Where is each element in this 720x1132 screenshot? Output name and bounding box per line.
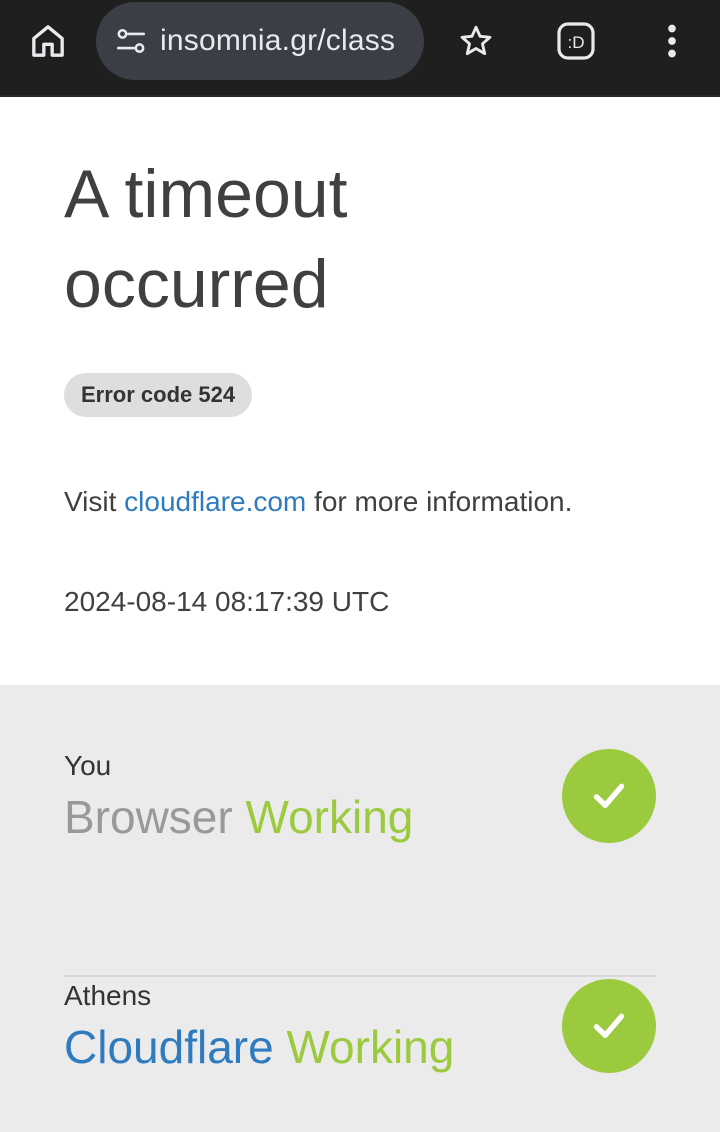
home-button[interactable] bbox=[18, 14, 78, 68]
status-name: Cloudflare Working bbox=[64, 1017, 454, 1077]
more-info-text: Visit cloudflare.com for more informatio… bbox=[64, 483, 624, 521]
status-ok-badge bbox=[562, 979, 656, 1073]
more-vert-icon bbox=[668, 24, 676, 58]
status-node-name: Browser bbox=[64, 791, 233, 843]
status-node-name: Cloudflare bbox=[64, 1021, 274, 1073]
bookmark-button[interactable] bbox=[446, 14, 506, 68]
status-divider bbox=[64, 975, 656, 977]
url-text[interactable]: insomnia.gr/class bbox=[160, 24, 395, 58]
status-location: You bbox=[64, 750, 112, 781]
error-code-badge: Error code 524 bbox=[64, 373, 253, 417]
status-name: Browser Working bbox=[64, 787, 413, 847]
star-outline-icon bbox=[460, 25, 492, 56]
extension-label: :D bbox=[568, 33, 585, 52]
extension-button[interactable]: :D bbox=[546, 14, 606, 68]
address-bar[interactable]: insomnia.gr/class bbox=[96, 2, 424, 80]
status-location: Athens bbox=[64, 980, 152, 1011]
status-state: Working bbox=[245, 791, 414, 843]
status-ok-badge bbox=[562, 749, 656, 843]
extension-smiley-icon: :D bbox=[557, 22, 595, 60]
browser-toolbar: insomnia.gr/class :D bbox=[0, 0, 720, 97]
cloudflare-link[interactable]: cloudflare.com bbox=[124, 486, 306, 517]
error-panel: A timeout occurred Error code 524 Visit … bbox=[0, 97, 720, 685]
status-panel: You Browser Working Athens Cloudflare Wo… bbox=[0, 685, 720, 1132]
tune-icon[interactable] bbox=[114, 24, 148, 58]
overflow-menu-button[interactable] bbox=[642, 14, 702, 68]
visit-suffix: for more information. bbox=[306, 486, 573, 517]
status-state: Working bbox=[286, 1021, 455, 1073]
page-title-line-1: A timeout bbox=[64, 156, 348, 232]
check-icon bbox=[593, 1013, 625, 1038]
visit-prefix: Visit bbox=[64, 486, 125, 517]
home-icon bbox=[32, 25, 64, 57]
check-icon bbox=[593, 783, 625, 808]
page-title-line-2: occurred bbox=[64, 246, 329, 322]
error-timestamp: 2024-08-14 08:17:39 UTC bbox=[64, 586, 390, 617]
page-title: A timeout occurred bbox=[64, 149, 664, 329]
